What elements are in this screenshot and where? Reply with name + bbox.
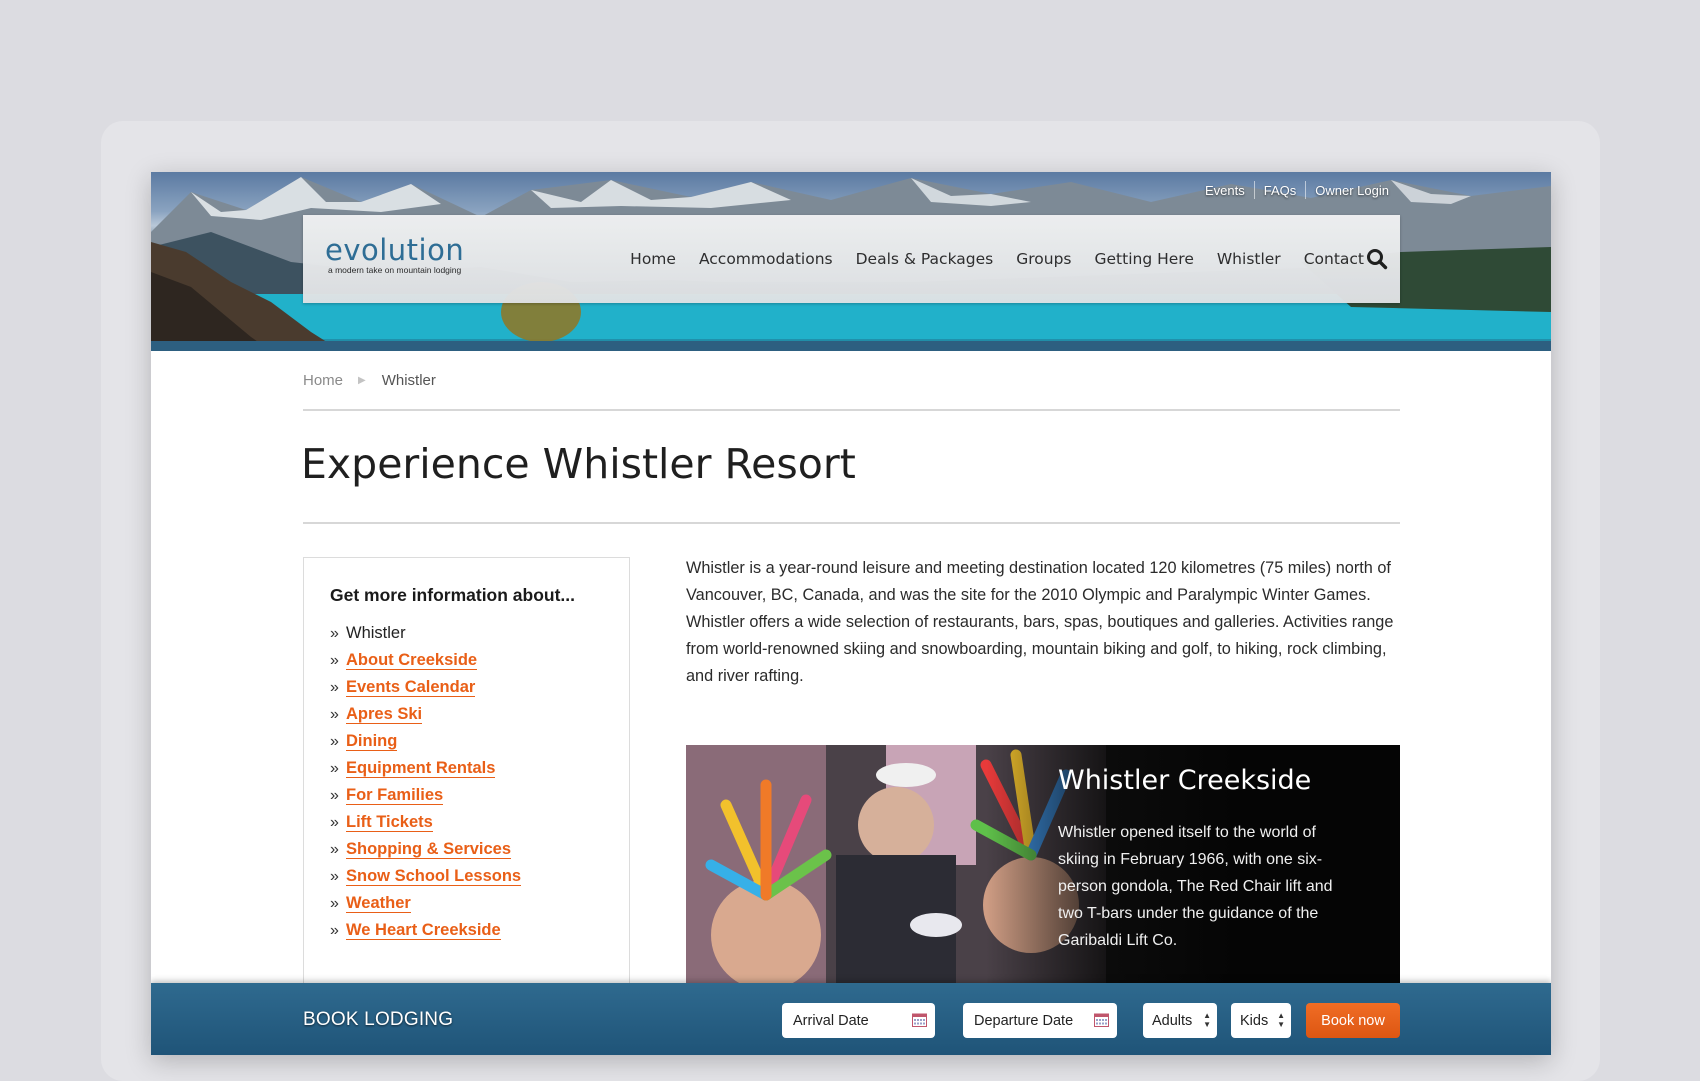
top-link-events[interactable]: Events	[1196, 183, 1254, 198]
raquo-icon: »	[330, 813, 339, 831]
list-item: » Whistler	[330, 620, 521, 647]
raquo-icon: »	[330, 759, 339, 777]
sidebar-link-list: » Whistler » About Creekside » Events Calen…	[330, 620, 522, 944]
main-navbar: evolution a modern take on mountain lodg…	[303, 215, 1400, 303]
raquo-icon: »	[330, 840, 339, 858]
sidebar-heading: Get more information about...	[330, 585, 576, 605]
kids-select[interactable]: Kids ▲ ▼	[1231, 1003, 1291, 1038]
sidebar-link-dining[interactable]: Dining	[346, 732, 398, 751]
adults-select[interactable]: Adults ▲ ▼	[1143, 1003, 1217, 1038]
raquo-icon: »	[330, 867, 339, 885]
title-divider	[303, 522, 1400, 524]
book-now-button[interactable]: Book now	[1306, 1003, 1400, 1038]
feature-title: Whistler Creekside	[1058, 765, 1312, 796]
select-arrows-icon: ▲ ▼	[1203, 1011, 1211, 1029]
sidebar-link-events-calendar[interactable]: Events Calendar	[346, 678, 476, 697]
list-item: » Events Calendar	[330, 674, 521, 701]
raquo-icon: »	[330, 678, 339, 696]
list-item: » Dining	[330, 728, 521, 755]
calendar-icon[interactable]	[912, 1013, 927, 1027]
raquo-icon: »	[330, 786, 339, 804]
nav-home[interactable]: Home	[630, 250, 676, 268]
adults-select-value: Adults	[1152, 1012, 1193, 1029]
sidebar-link-lift-tickets[interactable]: Lift Tickets	[346, 813, 433, 832]
sidebar-link-apres-ski[interactable]: Apres Ski	[346, 705, 423, 724]
list-item: » Lift Tickets	[330, 809, 521, 836]
sidebar-link-equipment-rentals[interactable]: Equipment Rentals	[346, 759, 496, 778]
intro-paragraph: Whistler is a year-round leisure and mee…	[686, 559, 1394, 685]
logo-wordmark: evolution	[325, 233, 465, 267]
hero-bottom-band	[151, 341, 1551, 351]
nav-accommodations[interactable]: Accommodations	[699, 250, 833, 268]
sidebar-link-weather[interactable]: Weather	[346, 894, 411, 913]
raquo-icon: »	[330, 705, 339, 723]
feature-card-creekside[interactable]: Whistler Creekside Whistler opened itsel…	[686, 745, 1400, 1005]
sidebar-link-we-heart-creekside[interactable]: We Heart Creekside	[346, 921, 501, 940]
info-sidebar: Get more information about... » Whistler …	[303, 557, 630, 1055]
top-link-owner-login[interactable]: Owner Login	[1306, 183, 1398, 198]
sidebar-current-item: Whistler	[346, 624, 406, 642]
list-item: » Shopping & Services	[330, 836, 521, 863]
nav-contact[interactable]: Contact	[1304, 250, 1364, 268]
breadcrumb-current: Whistler	[381, 372, 436, 389]
booking-label: BOOK LODGING	[303, 1009, 454, 1030]
calendar-icon[interactable]	[1094, 1013, 1109, 1027]
raquo-icon: »	[330, 732, 339, 750]
sidebar-link-for-families[interactable]: For Families	[346, 786, 444, 805]
feature-body: Whistler opened itself to the world of s…	[1058, 824, 1333, 949]
page-title: Experience Whistler Resort	[301, 440, 856, 488]
raquo-icon: »	[330, 651, 339, 669]
hero-banner: Events FAQs Owner Login evolution a mode…	[151, 172, 1551, 351]
booking-bar: BOOK LODGING Adults ▲▼ Kids ▲▼	[151, 983, 1551, 1055]
primary-nav: Home Accommodations Deals & Packages Gro…	[607, 215, 1364, 303]
nav-getting-here[interactable]: Getting Here	[1095, 250, 1194, 268]
list-item: » We Heart Creekside	[330, 917, 521, 944]
nav-whistler[interactable]: Whistler	[1217, 250, 1281, 268]
arrival-date-field	[782, 1003, 935, 1038]
raquo-icon: »	[330, 624, 339, 642]
breadcrumb-arrow-icon: ▶	[358, 375, 366, 386]
sidebar-link-snow-school-lessons[interactable]: Snow School Lessons	[346, 867, 522, 886]
list-item: » Apres Ski	[330, 701, 521, 728]
sidebar-link-shopping-services[interactable]: Shopping & Services	[346, 840, 512, 859]
search-icon[interactable]	[1366, 248, 1388, 270]
departure-date-field	[963, 1003, 1117, 1038]
select-arrows-icon: ▲ ▼	[1277, 1011, 1285, 1029]
list-item: » Equipment Rentals	[330, 755, 521, 782]
website-frame: Events FAQs Owner Login evolution a mode…	[151, 172, 1551, 1055]
breadcrumb-divider	[303, 409, 1400, 411]
utility-links: Events FAQs Owner Login	[1196, 181, 1398, 199]
logo-tagline: a modern take on mountain lodging	[328, 265, 462, 275]
kids-select-value: Kids	[1240, 1012, 1269, 1029]
nav-groups[interactable]: Groups	[1016, 250, 1071, 268]
breadcrumb-home[interactable]: Home	[303, 372, 343, 389]
raquo-icon: »	[330, 921, 339, 939]
raquo-icon: »	[330, 894, 339, 912]
site-logo[interactable]: evolution a modern take on mountain lodg…	[325, 235, 464, 275]
list-item: » About Creekside	[330, 647, 521, 674]
list-item: » Weather	[330, 890, 521, 917]
sidebar-link-about-creekside[interactable]: About Creekside	[346, 651, 478, 670]
breadcrumb: Home ▶ Whistler	[303, 372, 436, 389]
list-item: » For Families	[330, 782, 521, 809]
top-link-faqs[interactable]: FAQs	[1255, 183, 1306, 198]
list-item: » Snow School Lessons	[330, 863, 522, 890]
nav-deals-packages[interactable]: Deals & Packages	[856, 250, 994, 268]
